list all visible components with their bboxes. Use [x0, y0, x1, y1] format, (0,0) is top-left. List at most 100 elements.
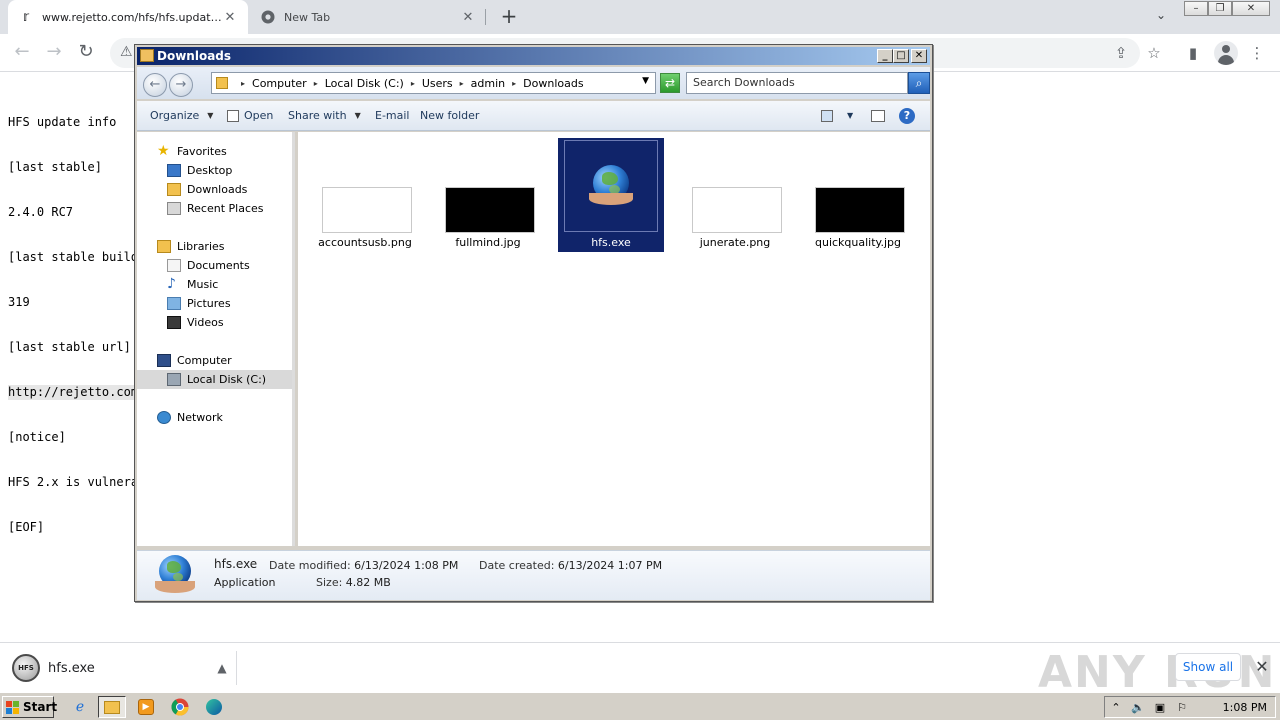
volume-icon[interactable]: 🔈 — [1127, 701, 1149, 714]
file-item[interactable]: quickquality.jpg — [805, 138, 911, 252]
file-item[interactable]: accountsusb.png — [312, 138, 418, 252]
chevron-down-icon[interactable]: ⌄ — [1152, 8, 1170, 26]
nav-local-disk[interactable]: Local Disk (C:) — [137, 370, 292, 389]
share-icon[interactable]: ⇪ — [1110, 42, 1132, 64]
breadcrumb[interactable]: ▸ Computer ▸ Local Disk (C:) ▸ Users ▸ a… — [211, 72, 656, 94]
system-tray: ⌃ 🔈 ▣ ⚐ 1:08 PM — [1104, 696, 1276, 718]
bookmark-star-icon[interactable]: ☆ — [1143, 42, 1165, 64]
minimize-button[interactable]: _ — [877, 49, 893, 63]
close-button[interactable]: ✕ — [911, 49, 927, 63]
nav-label: Videos — [187, 316, 224, 329]
chrome-icon[interactable] — [166, 696, 194, 718]
breadcrumb-users[interactable]: Users — [422, 77, 453, 90]
explorer-folder-icon[interactable] — [98, 696, 126, 718]
nav-downloads[interactable]: Downloads — [137, 180, 292, 199]
show-all-button[interactable]: Show all — [1175, 653, 1241, 681]
reload-icon[interactable]: ↻ — [74, 41, 98, 65]
maximize-button[interactable]: □ — [893, 49, 909, 63]
nav-libraries[interactable]: Libraries — [137, 237, 292, 256]
side-panel-icon[interactable]: ▮ — [1182, 42, 1204, 64]
change-view-icon[interactable] — [821, 107, 838, 125]
breadcrumb-local-disk[interactable]: Local Disk (C:) — [325, 77, 404, 90]
chevron-up-icon[interactable]: ▲ — [212, 661, 232, 675]
details-value: 4.82 MB — [345, 576, 391, 589]
forward-arrow-icon[interactable]: → — [169, 73, 193, 97]
new-tab-button[interactable]: + — [498, 6, 520, 28]
file-item-selected[interactable]: hfs.exe — [558, 138, 664, 252]
tab-new-tab[interactable]: New Tab ✕ — [250, 0, 486, 34]
restore-window-button[interactable]: ❐ — [1208, 1, 1232, 16]
chevron-right-icon[interactable]: ▸ — [314, 79, 318, 88]
preview-pane-icon[interactable] — [871, 107, 890, 125]
network-status-icon[interactable]: ▣ — [1149, 701, 1171, 714]
breadcrumb-computer[interactable]: Computer — [252, 77, 307, 90]
menu-kebab-icon[interactable]: ⋮ — [1246, 42, 1268, 64]
tab-rejetto[interactable]: 𝕣 www.rejetto.com/hfs/hfs.updateinfo.txt… — [8, 0, 248, 34]
clock[interactable]: 1:08 PM — [1223, 701, 1267, 714]
refresh-icon[interactable]: ⇄ — [660, 73, 680, 93]
forward-arrow-icon[interactable]: → — [42, 41, 66, 65]
details-size: Size: 4.82 MB — [316, 576, 391, 589]
nav-videos[interactable]: Videos — [137, 313, 292, 332]
chevron-right-icon[interactable]: ▸ — [460, 79, 464, 88]
chevron-right-icon[interactable]: ▸ — [512, 79, 516, 88]
open-button[interactable]: Open — [227, 107, 273, 125]
image-thumbnail — [322, 187, 412, 233]
internet-explorer-icon[interactable]: ℯ — [66, 696, 94, 718]
chevron-right-icon[interactable]: ▸ — [411, 79, 415, 88]
breadcrumb-downloads[interactable]: Downloads — [523, 77, 583, 90]
profile-avatar-icon[interactable] — [1214, 41, 1238, 65]
back-arrow-icon[interactable]: ← — [10, 41, 34, 65]
back-arrow-icon[interactable]: ← — [143, 73, 167, 97]
windows-taskbar: Start ℯ ▶ ⌃ 🔈 ▣ ⚐ 1:08 PM — [0, 692, 1280, 720]
chevron-right-icon[interactable]: ▸ — [241, 79, 245, 88]
chevron-down-icon[interactable]: ▼ — [847, 107, 853, 125]
media-player-icon[interactable]: ▶ — [132, 696, 160, 718]
nav-pictures[interactable]: Pictures — [137, 294, 292, 313]
windows-logo-icon — [6, 700, 19, 714]
nav-favorites[interactable]: ★ Favorites — [137, 142, 292, 161]
file-item[interactable]: junerate.png — [682, 138, 788, 252]
chevron-down-icon[interactable]: ▼ — [642, 76, 649, 86]
local-disk-icon — [167, 373, 181, 386]
new-folder-button[interactable]: New folder — [420, 107, 479, 125]
warning-icon[interactable]: ⚠ — [120, 44, 133, 60]
close-icon[interactable]: ✕ — [222, 9, 238, 25]
organize-button[interactable]: Organize ▼ — [150, 107, 213, 125]
edge-icon[interactable] — [200, 696, 228, 718]
show-hidden-icons-icon[interactable]: ⌃ — [1105, 701, 1127, 714]
nav-desktop[interactable]: Desktop — [137, 161, 292, 180]
minimize-window-button[interactable]: – — [1184, 1, 1208, 16]
email-button[interactable]: E-mail — [375, 107, 410, 125]
nav-documents[interactable]: Documents — [137, 256, 292, 275]
page-link-line[interactable]: http://rejetto.com/hfs/download — [8, 385, 136, 400]
file-name: accountsusb.png — [318, 236, 412, 249]
nav-network[interactable]: Network — [137, 408, 292, 427]
page-line: [last stable] — [8, 160, 102, 174]
download-item[interactable]: HFS hfs.exe ▲ — [12, 653, 232, 683]
folder-icon — [216, 77, 228, 89]
page-line: [last stable build] — [8, 250, 136, 264]
start-button[interactable]: Start — [2, 696, 57, 718]
explorer-titlebar[interactable]: Downloads _ □ ✕ — [137, 47, 930, 65]
breadcrumb-admin[interactable]: admin — [471, 77, 505, 90]
hfs-file-icon: HFS — [12, 654, 40, 682]
close-window-button[interactable]: ✕ — [1232, 1, 1270, 16]
page-line: [last stable url] — [8, 340, 131, 354]
explorer-address-bar: ← → ▸ Computer ▸ Local Disk (C:) ▸ Users… — [137, 67, 930, 99]
nav-computer[interactable]: Computer — [137, 351, 292, 370]
search-input[interactable]: Search Downloads — [686, 72, 908, 94]
network-icon — [157, 411, 171, 424]
nav-recent-places[interactable]: Recent Places — [137, 199, 292, 218]
search-icon[interactable]: ⌕ — [908, 72, 930, 94]
help-icon[interactable]: ? — [899, 107, 915, 125]
close-icon[interactable]: ✕ — [1252, 657, 1272, 677]
share-with-button[interactable]: Share with ▼ — [288, 107, 361, 125]
star-icon: ★ — [157, 143, 170, 159]
action-center-flag-icon[interactable]: ⚐ — [1171, 701, 1193, 714]
file-item[interactable]: fullmind.jpg — [435, 138, 541, 252]
close-icon[interactable]: ✕ — [460, 9, 476, 25]
navigation-pane: ★ Favorites Desktop Downloads Recent Plac… — [137, 132, 295, 546]
hfs-application-icon — [153, 555, 197, 597]
nav-music[interactable]: ♪ Music — [137, 275, 292, 294]
